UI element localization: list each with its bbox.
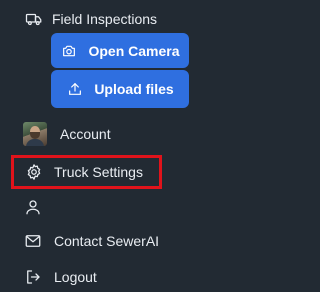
menu-item-contact[interactable]: Contact SewerAI bbox=[0, 230, 242, 252]
upload-files-label: Upload files bbox=[94, 81, 174, 97]
menu-item-logout[interactable]: Logout bbox=[0, 266, 242, 288]
gear-icon bbox=[24, 162, 44, 182]
avatar bbox=[23, 122, 47, 146]
account-label: Account bbox=[60, 126, 111, 142]
open-camera-button[interactable]: Open Camera bbox=[51, 33, 189, 68]
menu-item-account[interactable]: Account bbox=[0, 120, 242, 148]
field-inspections-label: Field Inspections bbox=[52, 11, 158, 27]
camera-icon bbox=[60, 42, 78, 60]
menu-item-field-inspections[interactable]: Field Inspections bbox=[0, 8, 242, 30]
truck-settings-label: Truck Settings bbox=[54, 164, 143, 180]
logout-label: Logout bbox=[54, 269, 97, 285]
open-camera-label: Open Camera bbox=[88, 42, 180, 59]
menu-item-truck-settings[interactable]: Truck Settings bbox=[0, 161, 242, 183]
side-menu: Field Inspections Open Camera Upload fil… bbox=[0, 0, 242, 292]
truck-icon bbox=[24, 9, 44, 29]
upload-icon bbox=[66, 80, 84, 98]
person-icon bbox=[23, 197, 43, 217]
menu-item-profile[interactable] bbox=[0, 196, 242, 218]
mail-icon bbox=[23, 231, 43, 251]
upload-files-button[interactable]: Upload files bbox=[51, 70, 189, 108]
contact-label: Contact SewerAI bbox=[54, 233, 160, 249]
logout-icon bbox=[23, 267, 43, 287]
